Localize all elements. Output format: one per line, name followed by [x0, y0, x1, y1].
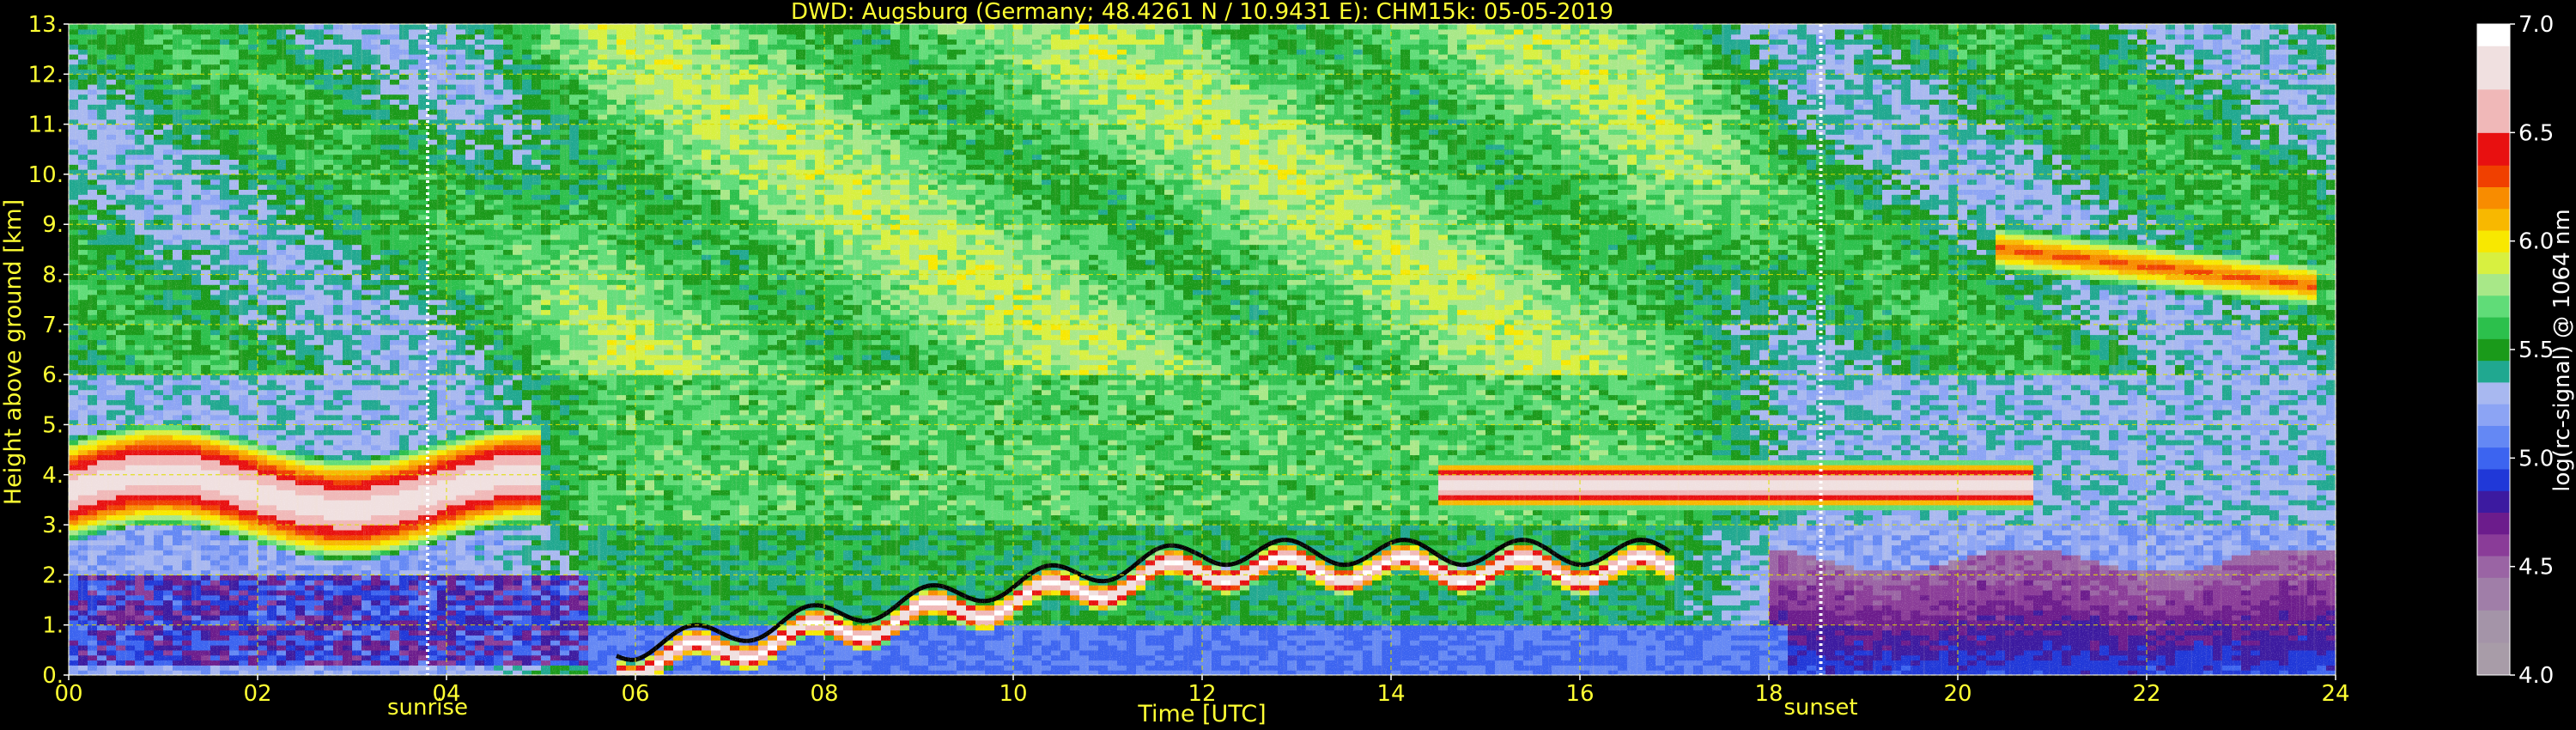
ceilometer-figure: sunrise sunset 00 02 04 06 08 10 12 14 16 18 20 22 24… — [0, 0, 2575, 727]
